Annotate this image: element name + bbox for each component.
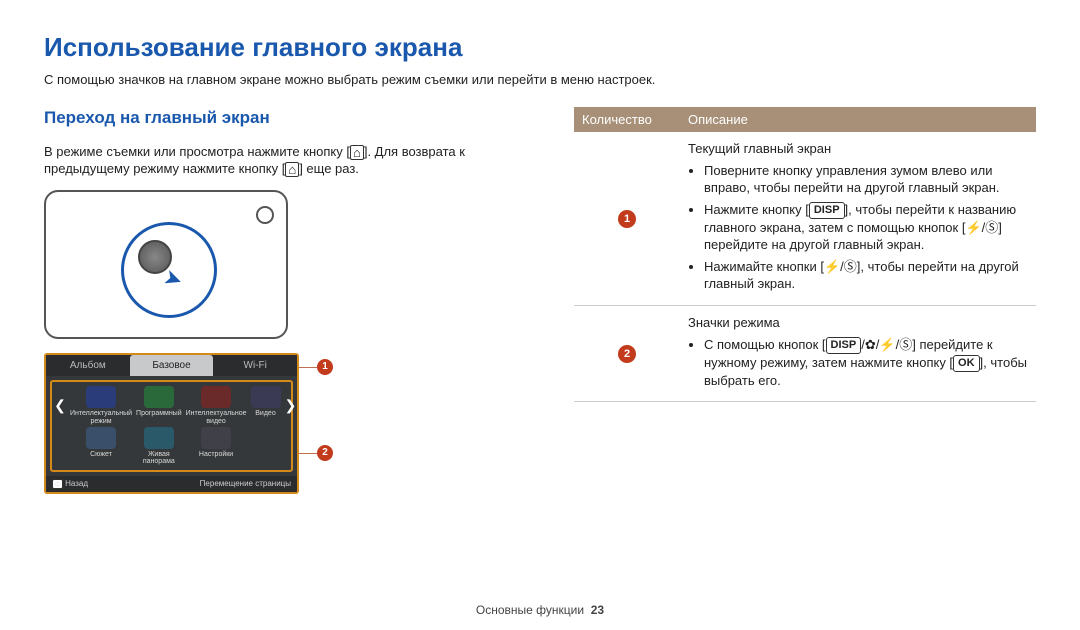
row-marker-1: 1 bbox=[618, 210, 636, 228]
flash-icon: ⚡ bbox=[824, 259, 840, 274]
mode-icon[interactable]: Интеллектуальноевидео bbox=[186, 386, 247, 425]
table-row: 2 Значки режима С помощью кнопок [DISP/✿… bbox=[574, 306, 1036, 402]
flash-icon: ⚡ bbox=[879, 337, 895, 352]
disp-button-icon: DISP bbox=[826, 337, 862, 354]
page-title: Использование главного экрана bbox=[44, 30, 1036, 65]
home-icon: ⌂ bbox=[350, 145, 364, 160]
chevron-left-icon[interactable]: ❮ bbox=[54, 396, 66, 415]
timer-icon: Ⓢ bbox=[899, 337, 912, 352]
camera-illustration: ➤ bbox=[44, 190, 288, 339]
mode-icon[interactable]: Интеллектуальныйрежим bbox=[70, 386, 132, 425]
section-paragraph: В режиме съемки или просмотра нажмите кн… bbox=[44, 143, 534, 178]
th-desc: Описание bbox=[680, 107, 1036, 133]
mode-icon[interactable]: Настройки bbox=[186, 427, 247, 465]
row1-title: Текущий главный экран bbox=[688, 140, 1028, 158]
row2-bullet: С помощью кнопок [DISP/✿/⚡/Ⓢ] перейдите … bbox=[704, 336, 1028, 390]
row1-bullet: Поверните кнопку управления зумом влево … bbox=[704, 162, 1028, 197]
section-subtitle: Переход на главный экран bbox=[44, 107, 534, 130]
move-page-label: Перемещение страницы bbox=[200, 479, 291, 490]
intro-text: С помощью значков на главном экране можн… bbox=[44, 71, 1036, 89]
tab-bar: Альбом Базовое Wi-Fi bbox=[46, 355, 297, 377]
tab-album[interactable]: Альбом bbox=[46, 355, 130, 377]
callout-marker-1: 1 bbox=[317, 359, 333, 375]
page-footer: Основные функции 23 bbox=[0, 602, 1080, 618]
ok-button-icon: OK bbox=[953, 355, 980, 372]
description-table: Количество Описание 1 Текущий главный эк… bbox=[574, 107, 1036, 402]
row1-bullet: Нажмите кнопку [DISP], чтобы перейти к н… bbox=[704, 201, 1028, 254]
home-icon: ⌂ bbox=[285, 162, 299, 177]
table-row: 1 Текущий главный экран Поверните кнопку… bbox=[574, 132, 1036, 305]
chevron-right-icon[interactable]: ❯ bbox=[285, 396, 297, 415]
tab-wifi[interactable]: Wi-Fi bbox=[213, 355, 297, 377]
flash-icon: ⚡ bbox=[965, 220, 981, 235]
mode-icon[interactable]: Живаяпанорама bbox=[136, 427, 182, 466]
mode-icon[interactable]: Программный bbox=[136, 386, 182, 424]
timer-icon: Ⓢ bbox=[985, 220, 998, 235]
disp-button-icon: DISP bbox=[809, 202, 845, 219]
timer-icon: Ⓢ bbox=[844, 259, 857, 274]
macro-icon: ✿ bbox=[865, 337, 876, 352]
back-label[interactable]: ⌂ Назад bbox=[52, 479, 88, 490]
home-icon: ⌂ bbox=[52, 479, 63, 489]
th-count: Количество bbox=[574, 107, 680, 133]
tab-basic[interactable]: Базовое bbox=[130, 355, 214, 377]
row-marker-2: 2 bbox=[618, 345, 636, 363]
row1-bullet: Нажимайте кнопки [⚡/Ⓢ], чтобы перейти на… bbox=[704, 258, 1028, 293]
mode-icon[interactable]: Сюжет bbox=[70, 427, 132, 465]
callout-marker-2: 2 bbox=[317, 445, 333, 461]
mode-icon[interactable]: Видео bbox=[251, 386, 281, 424]
row2-title: Значки режима bbox=[688, 314, 1028, 332]
home-screen-mock: Альбом Базовое Wi-Fi ❮ Интеллектуальныйр… bbox=[44, 353, 299, 495]
